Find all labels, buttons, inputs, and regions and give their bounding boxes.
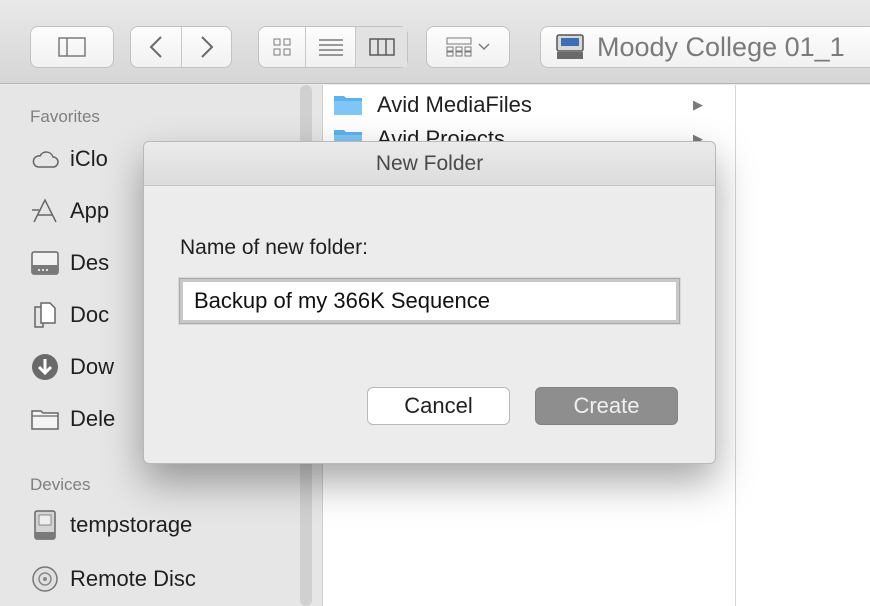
sidebar-item-label: Dow xyxy=(70,354,115,379)
sidebar-item-downloads[interactable]: Dow xyxy=(30,347,114,387)
list-item-label: Avid MediaFiles xyxy=(377,92,532,117)
chevron-right-icon xyxy=(200,36,213,58)
sidebar-item-label: Des xyxy=(70,250,110,275)
sidebar-item-documents[interactable]: Doc xyxy=(30,295,109,335)
back-button[interactable] xyxy=(131,27,181,67)
download-icon xyxy=(30,352,60,382)
favorites-heading: Favorites xyxy=(30,107,100,126)
sidebar-item-label: App xyxy=(70,198,110,223)
disk-icon xyxy=(30,510,60,540)
disclosure-arrow-icon: ▶ xyxy=(693,97,703,112)
column-view-button[interactable] xyxy=(355,27,407,67)
folder-icon xyxy=(30,404,60,434)
sidebar-item-folder[interactable]: Dele xyxy=(30,399,115,439)
arrange-button[interactable] xyxy=(426,26,510,68)
applications-icon xyxy=(30,196,60,226)
back-forward-group xyxy=(130,26,232,68)
sidebar-item-tempstorage[interactable]: tempstorage xyxy=(30,505,192,545)
columns-icon xyxy=(368,38,395,56)
forward-button[interactable] xyxy=(181,27,231,67)
sidebar-item-desktop[interactable]: Des xyxy=(30,243,109,283)
sidebar-item-label: Dele xyxy=(70,406,116,431)
list-item[interactable]: Avid MediaFiles ▶ xyxy=(333,89,713,121)
desktop-icon xyxy=(30,248,60,278)
sidebar-item-label: Remote Disc xyxy=(70,566,196,591)
disc-icon xyxy=(30,564,60,594)
location-label: Moody College 01_1 xyxy=(597,31,845,62)
arrange-icon xyxy=(446,37,472,57)
path-popup[interactable]: Moody College 01_1 xyxy=(540,26,870,68)
devices-heading: Devices xyxy=(30,475,91,494)
sidebar-item-icloud[interactable]: iClo xyxy=(30,139,108,179)
view-mode-group xyxy=(258,26,408,68)
cloud-icon xyxy=(30,144,60,174)
dialog-title: New Folder xyxy=(144,142,715,186)
chevron-left-icon xyxy=(149,36,162,58)
finder-toolbar: Moody College 01_1 xyxy=(0,0,870,84)
folder-icon xyxy=(334,96,362,115)
document-icon xyxy=(30,300,60,330)
chevron-down-icon xyxy=(478,43,490,51)
list-view-button[interactable] xyxy=(305,27,355,67)
folder-name-input[interactable]: Backup of my 366K Sequence xyxy=(179,278,680,324)
column-divider[interactable] xyxy=(735,85,736,606)
toggle-sidebar-button[interactable] xyxy=(30,26,114,68)
sidebar-item-label: iClo xyxy=(70,146,108,171)
sidebar-item-label: Doc xyxy=(70,302,110,327)
create-button[interactable]: Create xyxy=(535,387,678,425)
folder-name-label: Name of new folder: xyxy=(180,236,368,259)
sidebar-item-label: tempstorage xyxy=(70,512,193,537)
external-drive-icon xyxy=(556,34,584,59)
grid-icon xyxy=(273,38,291,56)
sidebar-item-remote-disc[interactable]: Remote Disc xyxy=(30,559,196,599)
sidebar-icon xyxy=(58,37,86,57)
list-icon xyxy=(318,39,343,56)
cancel-button[interactable]: Cancel xyxy=(367,387,510,425)
sidebar-item-applications[interactable]: App xyxy=(30,191,109,231)
icon-view-button[interactable] xyxy=(259,27,305,67)
new-folder-dialog: New Folder Name of new folder: Backup of… xyxy=(143,141,716,464)
